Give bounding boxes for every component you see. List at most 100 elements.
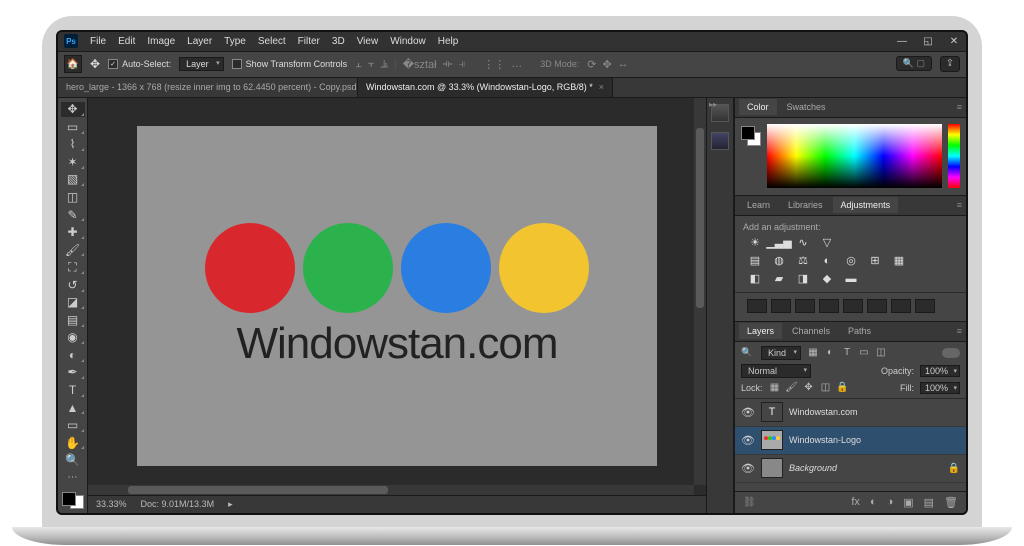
crop-tool[interactable]: ▧ [61,172,85,188]
tab-swatches[interactable]: Swatches [779,99,834,115]
lock-all-icon[interactable]: 🔒 [837,382,849,393]
layer-fx-icon[interactable]: fx [851,496,860,508]
frame-tool[interactable]: ◫ [61,189,85,205]
selective-color-icon[interactable]: ◆ [819,272,835,286]
tab-learn[interactable]: Learn [739,197,778,213]
home-button[interactable]: 🏠 [64,55,82,73]
menu-select[interactable]: Select [258,36,286,47]
menu-layer[interactable]: Layer [187,36,212,47]
zoom-level[interactable]: 33.33% [96,499,127,509]
orbit-icon[interactable]: ⟳ [587,58,596,71]
status-caret-icon[interactable]: ▸ [228,499,233,510]
lock-pixels-icon[interactable]: 🖌 [786,382,798,393]
align-icons[interactable]: ⫠ ⫟ ⫡ | �ształ ⟛ ⫣ [355,58,465,71]
distribute-icons[interactable]: ⋮⋮ … [483,58,522,71]
adjustment-filter-icon[interactable]: ◐ [824,347,836,358]
pen-tool[interactable]: ✒ [61,365,85,381]
type-filter-icon[interactable]: T [841,347,853,358]
hue-sat-icon[interactable]: ◍ [771,254,787,268]
color-spectrum[interactable] [767,124,942,188]
document-tab[interactable]: hero_large - 1366 x 768 (resize inner im… [58,78,358,97]
history-brush-tool[interactable]: ↺ [61,277,85,293]
vertical-scrollbar[interactable] [694,98,706,485]
menu-type[interactable]: Type [224,36,246,47]
adjustment-presets[interactable] [743,299,958,313]
auto-select-mode-select[interactable]: Layer [179,57,224,71]
align-top-icon[interactable]: ⫠ [355,58,362,71]
shape-filter-icon[interactable]: ▭ [858,347,870,358]
levels-icon[interactable]: ▁▃▅ [771,236,787,250]
auto-select-checkbox[interactable]: ✓ Auto-Select: [108,59,171,69]
panel-menu-icon[interactable]: ≡ [957,200,962,210]
window-restore-icon[interactable]: ◱ [922,36,934,47]
panel-menu-icon[interactable]: ≡ [957,326,962,336]
layer-row[interactable]: 👁 Background 🔒 [735,455,966,483]
align-bottom-icon[interactable]: ⫡ [381,58,388,71]
exposure-icon[interactable]: ▽ [819,236,835,250]
curves-icon[interactable]: ∿ [795,236,811,250]
color-lookup-icon[interactable]: ▦ [891,254,907,268]
eyedropper-tool[interactable]: ✎ [61,207,85,223]
window-close-icon[interactable]: ✕ [948,36,960,47]
lock-artboard-icon[interactable]: ◫ [820,382,832,393]
tab-color[interactable]: Color [739,99,777,115]
artboard[interactable]: Windowstan.com [137,126,657,466]
filter-toggle[interactable] [942,348,960,358]
edit-toolbar-icon[interactable]: ⋯ [61,470,85,486]
menu-3d[interactable]: 3D [332,36,345,47]
align-vcenter-icon[interactable]: ⫟ [368,58,375,71]
delete-layer-icon[interactable]: 🗑 [944,496,958,509]
gradient-tool[interactable]: ▤ [61,312,85,328]
move-tool[interactable]: ✥ [61,102,85,118]
opacity-field[interactable]: 100% [920,365,960,377]
eraser-tool[interactable]: ◪ [61,295,85,311]
tab-layers[interactable]: Layers [739,323,782,339]
align-right-icon[interactable]: ⫣ [459,58,466,71]
pan-icon[interactable]: ✥ [602,58,611,71]
new-adjustment-layer-icon[interactable]: ◑ [887,496,894,508]
panel-menu-icon[interactable]: ≡ [957,102,962,112]
canvas-scroll[interactable]: Windowstan.com [88,98,706,495]
share-button[interactable]: ⇪ [940,56,960,72]
blur-tool[interactable]: ◉ [61,330,85,346]
dolly-icon[interactable]: ↔ [618,58,629,71]
dodge-tool[interactable]: ◐ [61,347,85,363]
healing-tool[interactable]: ✚ [61,224,85,240]
brush-tool[interactable]: 🖌 [61,242,85,258]
vibrance-icon[interactable]: ▤ [747,254,763,268]
dock-collapse-icon[interactable]: ▸▸ [709,100,717,109]
bw-icon[interactable]: ◐ [819,254,835,268]
dock-properties-icon[interactable] [711,132,729,150]
quick-select-tool[interactable]: ✶ [61,154,85,170]
new-group-icon[interactable]: ▣ [903,496,913,509]
shape-tool[interactable]: ▭ [61,417,85,433]
tab-libraries[interactable]: Libraries [780,197,831,213]
hand-tool[interactable]: ✋ [61,435,85,451]
lock-position-icon[interactable]: ✥ [803,382,815,393]
align-hcenter-icon[interactable]: ⟛ [443,58,453,71]
menu-window[interactable]: Window [390,36,426,47]
layer-filter-select[interactable]: Kind [761,346,801,360]
align-left-icon[interactable]: �ształ [403,58,437,71]
marquee-tool[interactable]: ▭ [61,119,85,135]
lock-icons[interactable]: ▦ 🖌 ✥ ◫ 🔒 [769,382,849,393]
window-minimize-icon[interactable]: — [896,36,908,47]
threeD-icons[interactable]: ⟳ ✥ ↔ [587,58,628,71]
lock-transparent-icon[interactable]: ▦ [769,382,781,393]
tab-adjustments[interactable]: Adjustments [833,197,899,213]
layer-row[interactable]: 👁 T Windowstan.com [735,399,966,427]
layer-mask-icon[interactable]: ◐ [870,496,877,508]
menu-filter[interactable]: Filter [298,36,320,47]
type-tool[interactable]: T [61,382,85,398]
more-align-icon[interactable]: … [511,58,522,71]
close-icon[interactable]: × [599,82,604,92]
blend-mode-select[interactable]: Normal [741,364,811,378]
pixel-filter-icon[interactable]: ▦ [807,347,819,358]
distribute-h-icon[interactable]: ⋮⋮ [483,58,505,71]
color-balance-icon[interactable]: ⚖ [795,254,811,268]
visibility-icon[interactable]: 👁 [741,406,755,419]
posterize-icon[interactable]: ▰ [771,272,787,286]
path-select-tool[interactable]: ▲ [61,400,85,416]
tab-paths[interactable]: Paths [840,323,879,339]
visibility-icon[interactable]: 👁 [741,434,755,447]
